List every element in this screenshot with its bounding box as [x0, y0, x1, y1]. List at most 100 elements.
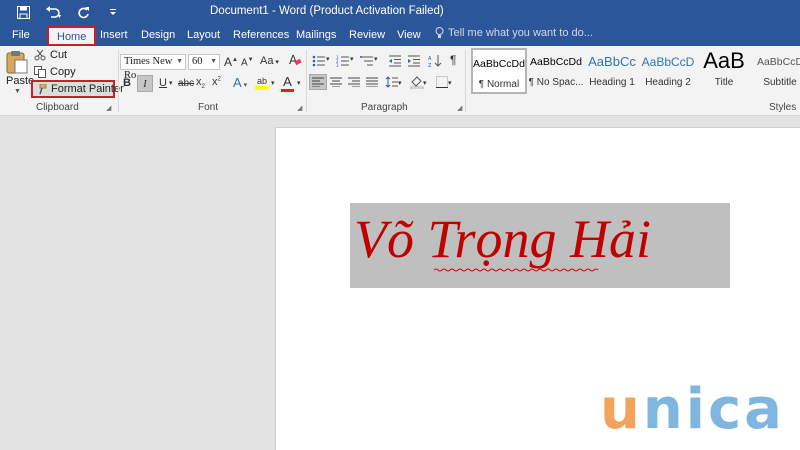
change-case-button[interactable]: Aa ▾	[260, 55, 279, 67]
scissors-icon	[34, 49, 46, 61]
italic-button[interactable]: I	[137, 75, 153, 92]
highlight-label: ab	[256, 76, 267, 86]
tab-review[interactable]: Review	[349, 27, 385, 44]
subscript-button[interactable]: x2	[196, 76, 205, 90]
tell-me-box[interactable]: Tell me what you want to do...	[435, 27, 593, 39]
format-painter-button[interactable]: Format Painter	[36, 83, 124, 95]
line-spacing-dropdown-icon[interactable]: ▾	[398, 79, 402, 87]
multilevel-dropdown-icon[interactable]: ▾	[374, 55, 378, 63]
separator	[465, 50, 466, 112]
separator	[118, 50, 119, 112]
highlight-color-swatch	[255, 86, 269, 90]
tab-layout[interactable]: Layout	[187, 27, 220, 44]
style-name: Title	[714, 77, 734, 88]
underline-dropdown-icon[interactable]: ▾	[169, 79, 173, 87]
style-name: Heading 1	[589, 77, 635, 88]
svg-text:Z: Z	[428, 63, 432, 68]
clipboard-group-label: Clipboard	[36, 102, 79, 113]
bold-button[interactable]: B	[121, 77, 133, 89]
styles-gallery: AaBbCcDd ¶ Normal AaBbCcDd ¶ No Spac... …	[468, 48, 800, 94]
style-normal[interactable]: AaBbCcDd ¶ Normal	[471, 48, 527, 94]
font-size-combo[interactable]: 60 ▼	[188, 54, 220, 70]
spelling-squiggle	[434, 268, 599, 272]
chevron-down-icon: ▼	[210, 58, 217, 65]
customize-qat-icon[interactable]	[98, 3, 128, 21]
style-title[interactable]: AaB Title	[696, 48, 752, 94]
decrease-indent-icon[interactable]	[386, 53, 404, 69]
justify-icon[interactable]	[363, 74, 381, 90]
style-preview: AaBbCcDd	[530, 56, 582, 68]
copy-icon	[34, 66, 46, 78]
align-right-icon[interactable]	[345, 74, 363, 90]
redo-icon[interactable]	[68, 3, 98, 21]
paste-icon[interactable]	[6, 50, 28, 77]
tab-design[interactable]: Design	[141, 27, 175, 44]
font-color-dropdown-icon[interactable]: ▾	[297, 79, 301, 87]
style-subtitle[interactable]: AaBbCcD Subtitle	[752, 48, 800, 94]
paintbrush-icon	[39, 83, 47, 94]
save-icon[interactable]	[8, 3, 38, 21]
paragraph-launcher-icon[interactable]: ◢	[457, 104, 462, 112]
ribbon-tabs: File Home Insert Design Layout Reference…	[0, 24, 800, 46]
align-center-icon[interactable]	[327, 74, 345, 90]
lightbulb-icon	[435, 27, 444, 38]
font-size-value: 60	[192, 56, 203, 67]
numbering-dropdown-icon[interactable]: ▾	[350, 55, 354, 63]
show-marks-button[interactable]: ¶	[450, 53, 456, 67]
strikethrough-button[interactable]: abc	[178, 78, 194, 89]
style-heading-2[interactable]: AaBbCcD Heading 2	[640, 48, 696, 94]
borders-dropdown-icon[interactable]: ▾	[448, 79, 452, 87]
svg-text:3: 3	[336, 63, 339, 67]
window-title: Document1 - Word (Product Activation Fai…	[210, 5, 444, 17]
clipboard-launcher-icon[interactable]: ◢	[106, 104, 111, 112]
shrink-font-button[interactable]: A▼	[241, 57, 254, 68]
format-painter-label: Format Painter	[51, 83, 124, 95]
underline-button[interactable]: U	[157, 77, 169, 89]
style-no-spacing[interactable]: AaBbCcDd ¶ No Spac...	[528, 48, 584, 94]
superscript-button[interactable]: x2	[212, 76, 221, 88]
paste-button[interactable]: Paste	[6, 75, 34, 87]
font-launcher-icon[interactable]: ◢	[297, 104, 302, 112]
grow-font-button[interactable]: A▲	[224, 55, 238, 69]
shading-dropdown-icon[interactable]: ▾	[423, 79, 427, 87]
clear-formatting-icon[interactable]: A	[289, 53, 302, 70]
copy-button[interactable]: Copy	[34, 66, 76, 78]
style-name: ¶ No Spac...	[528, 77, 584, 88]
logo-letter-u: u	[600, 377, 643, 442]
bullets-dropdown-icon[interactable]: ▾	[326, 55, 330, 63]
font-color-button[interactable]: A	[281, 74, 294, 92]
copy-label: Copy	[50, 66, 76, 78]
quick-access-toolbar: ▾	[8, 3, 128, 21]
style-preview: AaB	[703, 48, 745, 73]
undo-icon[interactable]: ▾	[38, 3, 68, 21]
highlight-dropdown-icon[interactable]: ▾	[271, 79, 275, 87]
style-heading-1[interactable]: AaBbCc Heading 1	[584, 48, 640, 94]
tab-file[interactable]: File	[12, 27, 30, 44]
tab-mailings[interactable]: Mailings	[296, 27, 336, 44]
title-bar: ▾ Document1 - Word (Product Activation F…	[0, 0, 800, 24]
text-effects-button[interactable]: A ▾	[233, 75, 247, 90]
tab-references[interactable]: References	[233, 27, 289, 44]
tab-home[interactable]: Home	[47, 26, 97, 46]
svg-text:▾: ▾	[58, 13, 61, 19]
paste-dropdown-icon[interactable]: ▼	[14, 88, 21, 95]
tab-view[interactable]: View	[397, 27, 421, 44]
style-name: Subtitle	[763, 77, 797, 88]
style-preview: AaBbCcD	[641, 55, 695, 69]
font-group-label: Font	[198, 102, 219, 113]
sort-icon[interactable]: AZ	[426, 53, 444, 69]
align-left-icon[interactable]	[309, 74, 327, 90]
cut-button[interactable]: Cut	[34, 49, 67, 61]
increase-indent-icon[interactable]	[405, 53, 423, 69]
font-color-label: A	[283, 74, 292, 89]
grow-font-label: A	[224, 55, 233, 69]
style-preview: AaBbCcDd	[473, 58, 525, 70]
font-name-combo[interactable]: Times New Ro ▼	[120, 54, 186, 81]
change-case-label: Aa	[260, 55, 274, 67]
tab-insert[interactable]: Insert	[100, 27, 128, 44]
style-name: Heading 2	[645, 77, 691, 88]
style-preview: AaBbCc	[588, 54, 636, 69]
separator	[306, 50, 307, 112]
highlight-button[interactable]: ab	[255, 75, 269, 90]
document-text[interactable]: Võ Trọng Hải	[354, 208, 651, 270]
